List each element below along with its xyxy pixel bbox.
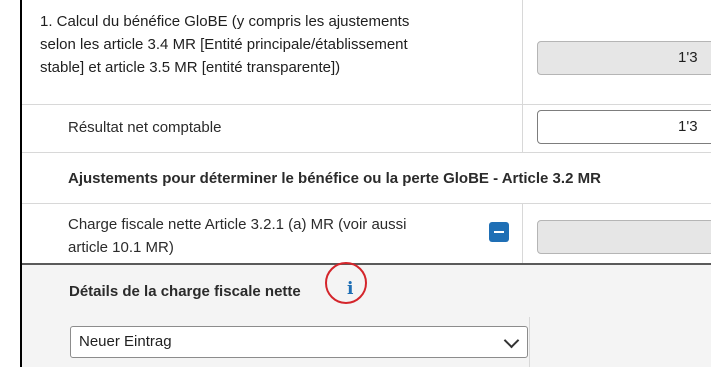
section-total-value: 1'3 <box>678 49 698 66</box>
section-title-line-3: stable] et article 3.5 MR [entité transp… <box>40 59 341 76</box>
section-title-line-2: selon les article 3.4 MR [Entité princip… <box>40 36 408 53</box>
adjustments-heading: Ajustements pour déterminer le bénéfice … <box>68 170 601 187</box>
divider <box>22 152 711 153</box>
chevron-down-icon <box>503 332 520 349</box>
tax-charge-label-line-1: Charge fiscale nette Article 3.2.1 (a) M… <box>68 216 407 233</box>
net-income-input[interactable]: 1'3 <box>537 110 711 144</box>
column-divider <box>529 317 530 367</box>
tax-charge-label: Charge fiscale nette Article 3.2.1 (a) M… <box>68 213 488 259</box>
tax-charge-field <box>537 220 711 254</box>
section-title-line-1: 1. Calcul du bénéfice GloBE (y compris l… <box>40 13 410 30</box>
net-income-label: Résultat net comptable <box>68 119 222 136</box>
form-panel: 1. Calcul du bénéfice GloBE (y compris l… <box>20 0 711 367</box>
entry-select[interactable]: Neuer Eintrag <box>70 326 528 358</box>
column-divider <box>522 0 523 104</box>
column-divider <box>522 104 523 152</box>
divider <box>22 104 711 105</box>
section-total-field: 1'3 <box>537 41 711 75</box>
tax-charge-label-line-2: article 10.1 MR) <box>68 239 174 256</box>
section-title: 1. Calcul du bénéfice GloBE (y compris l… <box>40 10 540 79</box>
entry-select-value: Neuer Eintrag <box>79 333 172 350</box>
details-heading: Détails de la charge fiscale nette <box>69 283 301 300</box>
collapse-minus-icon[interactable] <box>489 222 509 242</box>
column-divider <box>522 203 523 263</box>
net-income-value: 1'3 <box>678 118 698 135</box>
divider <box>22 203 711 204</box>
details-header: Détails de la charge fiscale nette <box>22 263 711 317</box>
highlight-circle <box>325 262 367 304</box>
